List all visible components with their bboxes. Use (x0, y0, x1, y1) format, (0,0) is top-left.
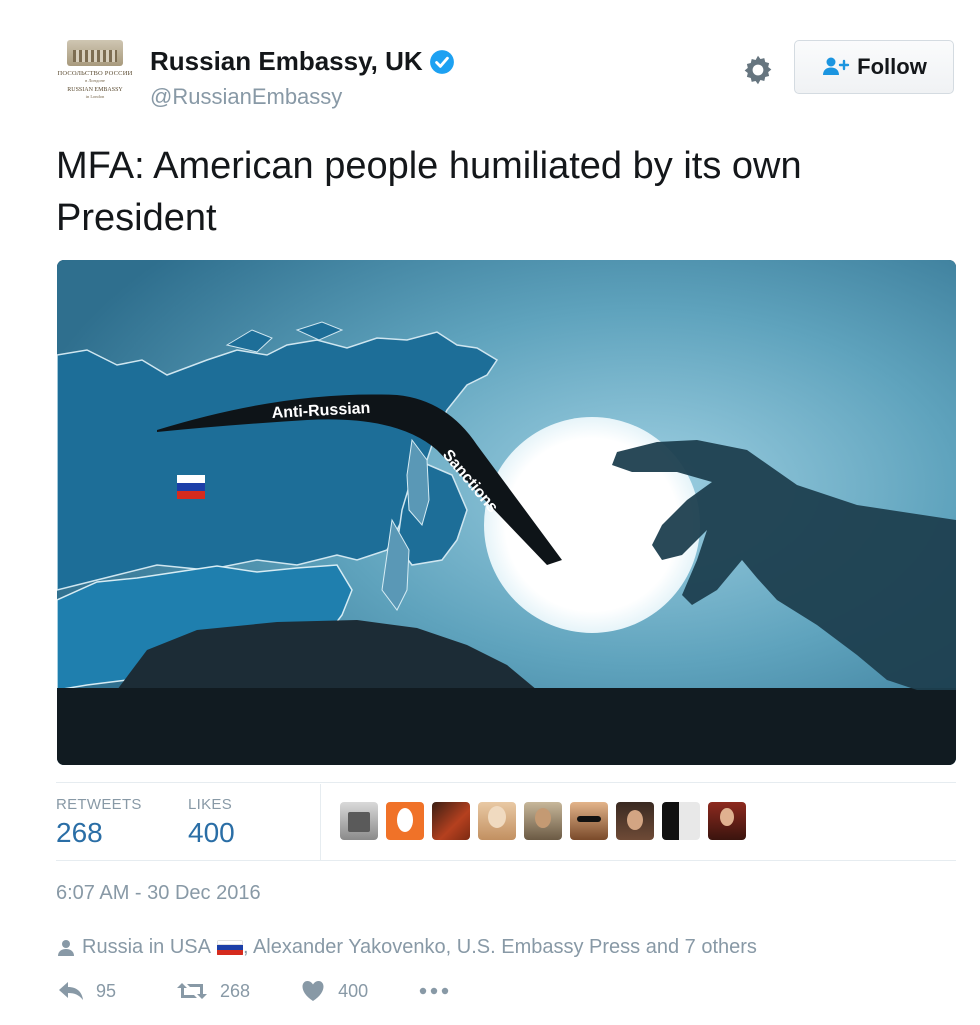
mention-russia-in-usa[interactable]: Russia in USA (82, 936, 211, 959)
tweet-timestamp[interactable]: 6:07 AM - 30 Dec 2016 (56, 882, 261, 905)
liker-avatar[interactable] (662, 802, 700, 840)
follow-button[interactable]: Follow (794, 40, 954, 94)
follow-user-icon (823, 57, 850, 75)
retweets-label: RETWEETS (56, 796, 142, 813)
liker-avatar[interactable] (616, 802, 654, 840)
russia-flag-marker (177, 475, 205, 499)
tweet-text: MFA: American people humiliated by its o… (56, 140, 936, 244)
gear-icon[interactable] (740, 52, 776, 88)
reply-icon (59, 982, 83, 1000)
avatar-text-line: ПОСОЛЬСТВО РОССИИ (57, 70, 133, 77)
embassy-building-icon (67, 40, 123, 66)
like-count: 400 (338, 980, 369, 1001)
likes-value: 400 (188, 817, 235, 848)
avatar-text-line: в Лондоне (85, 78, 105, 83)
follow-button-label: Follow (857, 54, 927, 79)
liker-avatar[interactable] (386, 802, 424, 840)
liker-avatar[interactable] (478, 802, 516, 840)
likes-label: LIKES (188, 796, 233, 813)
retweet-count: 268 (220, 980, 251, 1001)
person-icon (58, 939, 74, 956)
retweet-button[interactable]: 268 (176, 980, 250, 1002)
account-handle[interactable]: @RussianEmbassy (150, 84, 342, 110)
divider (320, 784, 321, 860)
more-options-button[interactable] (418, 986, 450, 996)
liker-avatar[interactable] (340, 802, 378, 840)
like-button[interactable]: 400 (300, 980, 368, 1002)
account-name-row[interactable]: Russian Embassy, UK (150, 46, 455, 77)
mention-others[interactable]: , Alexander Yakovenko, U.S. Embassy Pres… (243, 936, 757, 959)
tweet-action-bar: 95 268 400 (58, 980, 450, 1002)
like-count-stat[interactable]: LIKES 400 (188, 796, 235, 849)
account-avatar[interactable]: ПОСОЛЬСТВО РОССИИ в Лондоне RUSSIAN EMBA… (54, 40, 136, 106)
divider (56, 782, 956, 783)
avatar-text-line: in London (85, 94, 105, 99)
more-dots-icon (419, 987, 449, 995)
reply-count: 95 (96, 980, 117, 1001)
liker-avatar[interactable] (524, 802, 562, 840)
reply-button[interactable]: 95 (58, 980, 116, 1002)
heart-icon (302, 981, 324, 1001)
retweets-value: 268 (56, 817, 103, 848)
likers-avatars (340, 802, 746, 840)
retweet-icon (177, 983, 208, 999)
liker-avatar[interactable] (708, 802, 746, 840)
liker-avatar[interactable] (432, 802, 470, 840)
account-display-name[interactable]: Russian Embassy, UK (150, 46, 423, 77)
tweet-text-line: MFA: American people humiliated by its o… (56, 145, 802, 187)
verified-badge-icon (429, 49, 454, 74)
retweet-count-stat[interactable]: RETWEETS 268 (56, 796, 142, 849)
divider (56, 860, 956, 861)
russia-flag-icon (216, 939, 243, 956)
sanctions-boomerang-illustration: Anti-Russian Sanctions (57, 260, 956, 765)
tweet-text-line: President (56, 197, 217, 239)
liker-avatar[interactable] (570, 802, 608, 840)
tweet-mentions: Russia in USA , Alexander Yakovenko, U.S… (56, 936, 757, 959)
tweet-media-image[interactable]: Anti-Russian Sanctions (57, 260, 956, 765)
avatar-text-line: RUSSIAN EMBASSY (67, 87, 123, 93)
